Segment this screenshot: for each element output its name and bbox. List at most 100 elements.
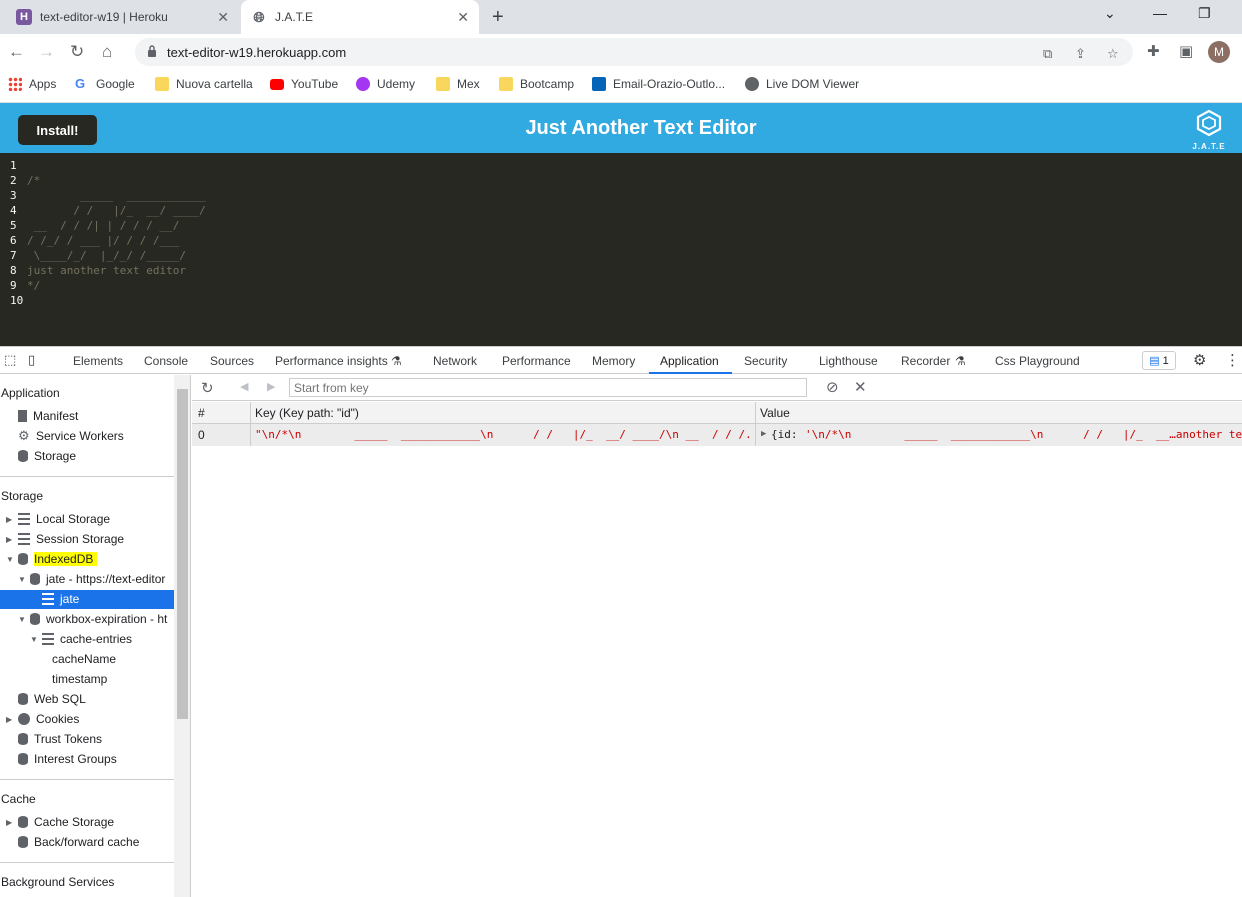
- tab-security[interactable]: Security: [744, 354, 787, 368]
- sidebar-item-cache-storage[interactable]: Cache Storage: [18, 815, 114, 829]
- database-icon: [18, 553, 28, 565]
- sidebar-item-bfcache[interactable]: Back/forward cache: [18, 835, 139, 849]
- tab-css-playground[interactable]: Css Playground: [995, 354, 1080, 368]
- tab-performance-insights[interactable]: Performance insights: [275, 354, 388, 368]
- row-value: '\n/*\n _____ ____________\n / / |/_ __……: [805, 428, 1242, 441]
- sidebar-item-session-storage[interactable]: Session Storage: [18, 532, 124, 546]
- tab-title: J.A.T.E: [275, 10, 314, 24]
- column-divider[interactable]: [250, 402, 251, 424]
- table-row[interactable]: 0 "\n/*\n _____ ____________\n / / |/_ _…: [192, 424, 1242, 446]
- refresh-icon[interactable]: ↻: [201, 379, 214, 397]
- column-header-index[interactable]: #: [198, 406, 205, 420]
- sidebar-item-db-workbox[interactable]: workbox-expiration - ht: [30, 612, 167, 626]
- heroku-icon: H: [16, 9, 32, 25]
- globe-icon: [745, 77, 759, 91]
- google-icon: G: [75, 76, 86, 91]
- issues-badge[interactable]: ▤ 1: [1142, 351, 1176, 370]
- bookmark-star-icon[interactable]: ☆: [1107, 46, 1119, 62]
- side-panel-icon[interactable]: ▣: [1179, 42, 1193, 60]
- sidebar-scrollbar[interactable]: [174, 375, 191, 897]
- sidebar-item-cookies[interactable]: Cookies: [18, 712, 79, 726]
- close-tab-icon[interactable]: ✕: [457, 9, 469, 26]
- sidebar-item-cache-entries[interactable]: cache-entries: [42, 632, 132, 646]
- bookmark-mex[interactable]: Mex: [436, 77, 480, 91]
- column-header-value[interactable]: Value: [760, 406, 790, 420]
- expand-arrow-icon[interactable]: ▶: [6, 818, 12, 827]
- collapse-arrow-icon[interactable]: ▼: [30, 635, 38, 644]
- tab-application[interactable]: Application: [660, 354, 719, 368]
- avatar[interactable]: M: [1208, 41, 1230, 63]
- tab-elements[interactable]: Elements: [73, 354, 123, 368]
- bookmark-nuova-cartella[interactable]: Nuova cartella: [155, 77, 253, 91]
- sidebar-item-manifest[interactable]: Manifest: [18, 409, 78, 423]
- sidebar-item-storage[interactable]: Storage: [18, 449, 76, 463]
- reload-icon[interactable]: ↻: [70, 42, 84, 62]
- more-options-icon[interactable]: ⋮: [1225, 351, 1240, 369]
- sidebar-item-interest-groups[interactable]: Interest Groups: [18, 752, 117, 766]
- clear-object-store-icon[interactable]: ⊘: [826, 378, 839, 396]
- code-editor[interactable]: 1 2 /* 3 _____ ____________ 4 / / |/_ __…: [0, 153, 1242, 346]
- tab-lighthouse[interactable]: Lighthouse: [819, 354, 878, 368]
- device-toolbar-icon[interactable]: ▯: [28, 352, 35, 368]
- collapse-arrow-icon[interactable]: ▼: [18, 575, 26, 584]
- bookmark-bootcamp[interactable]: Bootcamp: [499, 77, 574, 91]
- forward-icon[interactable]: →: [38, 42, 55, 62]
- logo-icon: [1196, 109, 1222, 137]
- open-in-app-icon[interactable]: ⧉: [1043, 46, 1052, 62]
- bookmark-google[interactable]: G Google: [75, 76, 135, 92]
- next-page-icon[interactable]: ▶: [267, 380, 275, 393]
- delete-selected-icon[interactable]: ✕: [854, 378, 867, 396]
- youtube-icon: [270, 78, 284, 90]
- share-icon[interactable]: ⇪: [1075, 46, 1086, 62]
- bookmark-youtube[interactable]: YouTube: [270, 77, 338, 91]
- selected-row-highlight: [0, 590, 174, 609]
- tab-search-icon[interactable]: ⌄: [1104, 5, 1116, 22]
- expand-arrow-icon[interactable]: ▶: [6, 715, 12, 724]
- tab-memory[interactable]: Memory: [592, 354, 635, 368]
- sidebar-item-index-cachename[interactable]: cacheName: [52, 652, 116, 666]
- tab-network[interactable]: Network: [433, 354, 477, 368]
- previous-page-icon[interactable]: ◀: [240, 380, 248, 393]
- address-bar[interactable]: text-editor-w19.herokuapp.com ⧉ ⇪ ☆: [135, 38, 1133, 66]
- database-icon: [18, 816, 28, 828]
- collapse-arrow-icon[interactable]: ▼: [18, 615, 26, 624]
- sidebar-item-indexeddb[interactable]: IndexedDB: [18, 552, 98, 566]
- bookmark-live-dom-viewer[interactable]: Live DOM Viewer: [745, 77, 859, 91]
- column-header-key[interactable]: Key (Key path: "id"): [255, 406, 359, 420]
- expand-arrow-icon[interactable]: ▶: [6, 515, 12, 524]
- scrollbar-thumb[interactable]: [177, 389, 188, 719]
- tab-console[interactable]: Console: [144, 354, 188, 368]
- home-icon[interactable]: ⌂: [102, 42, 112, 62]
- settings-gear-icon[interactable]: ⚙: [1193, 351, 1206, 369]
- sidebar-item-service-workers[interactable]: ⚙ Service Workers: [18, 429, 124, 443]
- bookmark-outlook[interactable]: Email-Orazio-Outlo...: [592, 77, 725, 91]
- expand-object-icon[interactable]: ▶: [761, 429, 766, 439]
- sidebar-item-db-jate[interactable]: jate - https://text-editor: [30, 572, 165, 586]
- tab-performance[interactable]: Performance: [502, 354, 571, 368]
- column-divider[interactable]: [755, 402, 756, 424]
- tab-recorder[interactable]: Recorder: [901, 354, 950, 368]
- new-tab-button[interactable]: +: [492, 6, 504, 29]
- bookmark-apps[interactable]: Apps: [8, 77, 56, 91]
- minimize-button[interactable]: —: [1153, 5, 1167, 21]
- back-icon[interactable]: ←: [8, 42, 25, 62]
- restore-button[interactable]: ❐: [1198, 5, 1211, 22]
- tab-sources[interactable]: Sources: [210, 354, 254, 368]
- sidebar-item-store-jate[interactable]: jate: [42, 592, 79, 606]
- collapse-arrow-icon[interactable]: ▼: [6, 555, 14, 564]
- bookmark-udemy[interactable]: Udemy: [356, 77, 415, 91]
- sidebar-item-index-timestamp[interactable]: timestamp: [52, 672, 107, 686]
- code-line: / /_/ / ___ |/ / / /___: [27, 234, 180, 247]
- extensions-icon[interactable]: ✚: [1147, 42, 1160, 60]
- sidebar-item-trust-tokens[interactable]: Trust Tokens: [18, 732, 102, 746]
- inspect-element-icon[interactable]: ⬚: [4, 352, 16, 368]
- start-from-key-input[interactable]: [289, 378, 807, 397]
- browser-tab-heroku[interactable]: H text-editor-w19 | Heroku ✕: [6, 0, 239, 34]
- sidebar-item-web-sql[interactable]: Web SQL: [18, 692, 86, 706]
- expand-arrow-icon[interactable]: ▶: [6, 535, 12, 544]
- sidebar-item-local-storage[interactable]: Local Storage: [18, 512, 110, 526]
- close-tab-icon[interactable]: ✕: [217, 9, 229, 26]
- url-text: text-editor-w19.herokuapp.com: [167, 45, 347, 60]
- browser-tab-jate[interactable]: 🌐︎ J.A.T.E ✕: [241, 0, 479, 34]
- cookie-icon: [18, 713, 30, 725]
